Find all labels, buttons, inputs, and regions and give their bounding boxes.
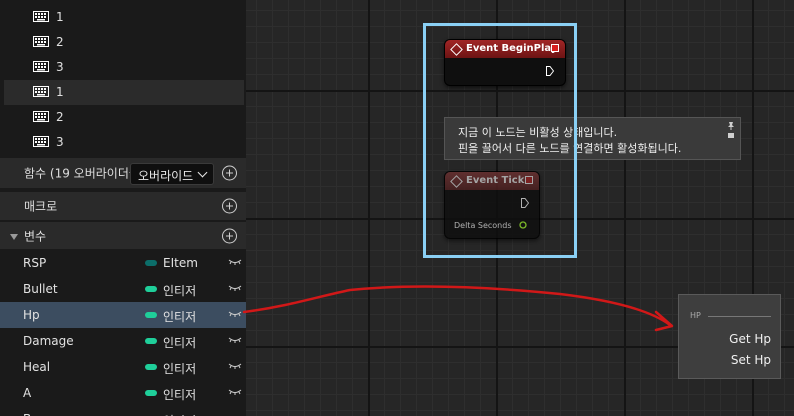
input-key-label: 1: [56, 10, 64, 24]
variable-name: A: [23, 386, 32, 400]
variable-type-pin-icon: [145, 338, 157, 344]
variable-row[interactable]: Bullet 인티저: [0, 276, 246, 302]
variable-row-selected[interactable]: Hp 인티저: [0, 302, 246, 328]
variable-name: Bullet: [23, 282, 58, 296]
add-function-button[interactable]: [222, 165, 237, 181]
get-set-context-menu: HP Get Hp Set Hp: [678, 294, 781, 379]
variable-name: RSP: [23, 256, 47, 270]
keyboard-icon: [33, 111, 49, 122]
keyboard-icon: [33, 86, 49, 97]
input-key-item[interactable]: 2: [4, 105, 244, 130]
keyboard-icon: [33, 61, 49, 72]
variable-row[interactable]: RSP EItem: [0, 250, 246, 276]
functions-label: 함수 (19 오버라이더블): [24, 166, 145, 181]
variable-type: EItem: [163, 256, 198, 270]
override-dropdown[interactable]: 오버라이드: [130, 163, 214, 185]
variable-name: Damage: [23, 334, 74, 348]
input-key-label: 1: [56, 85, 64, 99]
variable-type-pin-icon: [145, 390, 157, 396]
add-variable-button[interactable]: [222, 228, 237, 243]
eye-closed-icon[interactable]: [228, 388, 242, 396]
variable-row[interactable]: B 인티저: [0, 406, 246, 416]
pin-icon[interactable]: [727, 121, 735, 139]
context-menu-divider: [708, 316, 771, 317]
variable-type: 인티저: [163, 388, 197, 402]
add-macro-button[interactable]: [222, 198, 237, 214]
variable-type-pin-icon: [145, 312, 157, 318]
macros-section-header[interactable]: 매크로: [0, 192, 246, 220]
input-key-label: 3: [56, 135, 64, 149]
variable-row[interactable]: Heal 인티저: [0, 354, 246, 380]
input-key-item[interactable]: 1: [4, 5, 244, 30]
variable-row[interactable]: Damage 인티저: [0, 328, 246, 354]
variable-type: 인티저: [163, 336, 197, 350]
input-key-label: 3: [56, 60, 64, 74]
variable-type-pin-icon: [145, 260, 157, 266]
input-key-item[interactable]: 3: [4, 130, 244, 155]
variables-section-header[interactable]: 변수: [0, 222, 246, 249]
variable-row[interactable]: A 인티저: [0, 380, 246, 406]
input-key-item[interactable]: 2: [4, 30, 244, 55]
set-hp-menu-item[interactable]: Set Hp: [731, 353, 771, 367]
variable-name: B: [23, 412, 31, 416]
eye-closed-icon[interactable]: [228, 258, 242, 266]
variables-label: 변수: [24, 229, 47, 243]
variable-name: Heal: [23, 360, 51, 374]
variable-type: 인티저: [163, 284, 197, 298]
input-key-item[interactable]: 1: [4, 80, 244, 105]
collapse-arrow-icon[interactable]: [10, 233, 18, 240]
variable-type: 인티저: [163, 362, 197, 376]
keyboard-icon: [33, 11, 49, 22]
eye-closed-icon[interactable]: [228, 362, 242, 370]
variable-type: 인티저: [163, 310, 197, 324]
eye-closed-icon[interactable]: [228, 284, 242, 292]
keyboard-icon: [33, 36, 49, 47]
override-dropdown-label: 오버라이드: [138, 169, 194, 183]
variable-type-pin-icon: [145, 364, 157, 370]
get-hp-menu-item[interactable]: Get Hp: [729, 332, 771, 346]
functions-section-header[interactable]: 함수 (19 오버라이더블) 오버라이드: [0, 158, 246, 188]
selection-highlight-box: [423, 23, 577, 258]
variable-name: Hp: [23, 308, 40, 322]
variable-type: 인티저: [163, 412, 196, 416]
input-key-label: 2: [56, 110, 64, 124]
my-blueprint-panel: 1 2 3 1 2 3 함수 (19 오버라이더블) 오버라이드 매크로 변수: [0, 0, 246, 416]
input-key-item[interactable]: 3: [4, 55, 244, 80]
input-key-label: 2: [56, 35, 64, 49]
macros-label: 매크로: [24, 199, 58, 214]
context-menu-header: HP: [690, 311, 701, 320]
chevron-down-icon: [197, 167, 208, 178]
eye-closed-icon[interactable]: [228, 336, 242, 344]
eye-closed-icon[interactable]: [228, 310, 242, 318]
variable-type-pin-icon: [145, 286, 157, 292]
keyboard-icon: [33, 136, 49, 147]
